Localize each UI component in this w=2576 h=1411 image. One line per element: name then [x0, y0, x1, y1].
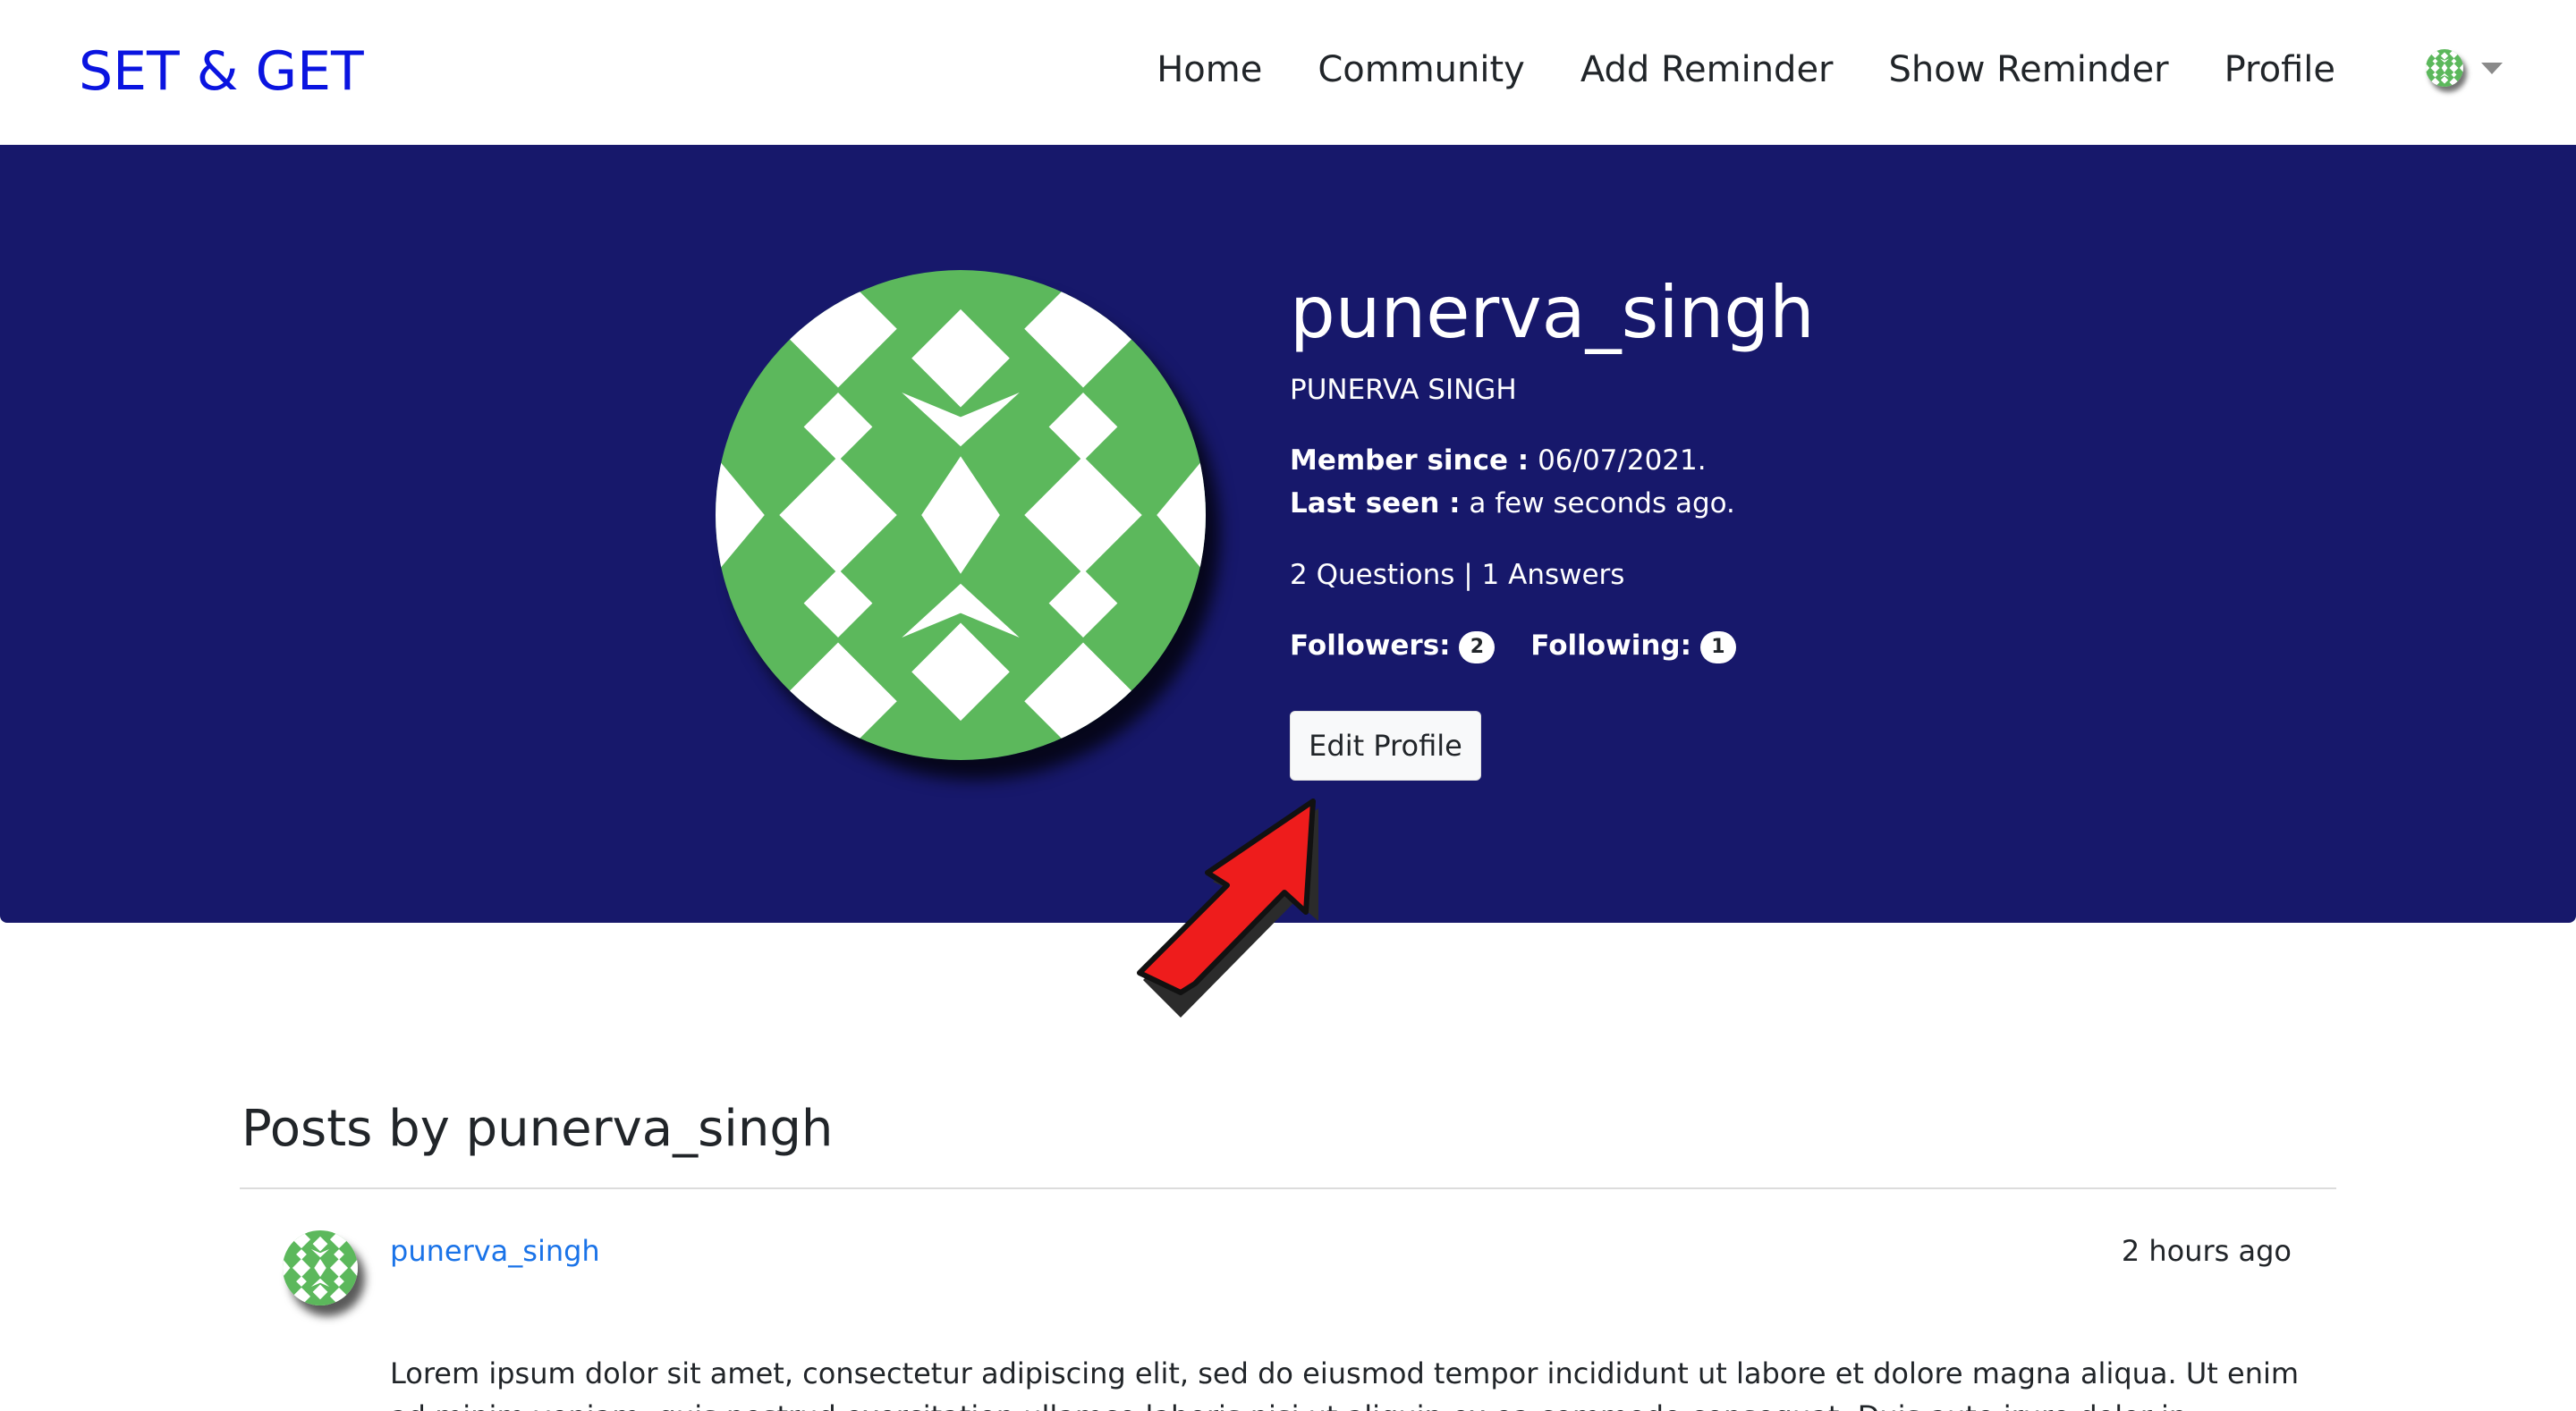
user-avatar-icon[interactable] [2426, 49, 2463, 87]
last-seen-label: Last seen : [1290, 487, 1461, 520]
posts-section-title: Posts by punerva_singh [242, 1100, 834, 1158]
post-author-avatar [283, 1230, 358, 1305]
member-since-value: 06/07/2021. [1529, 444, 1707, 477]
last-seen-value: a few seconds ago. [1460, 487, 1735, 520]
questions-answers-count: 2 Questions | 1 Answers [1290, 559, 1625, 591]
divider [240, 1187, 2336, 1189]
brand-logo-link[interactable]: SET & GET [79, 39, 364, 104]
follow-stats: Followers: 2 Following: 1 [1290, 629, 1736, 663]
user-menu-dropdown[interactable] [2426, 49, 2503, 87]
following-count-badge[interactable]: 1 [1699, 630, 1736, 663]
post-body-text: Lorem ipsum dolor sit amet, consectetur … [390, 1356, 2300, 1411]
profile-username: punerva_singh [1290, 271, 1815, 354]
nav-links: Home Community Add Reminder Show Reminde… [1129, 43, 2363, 97]
profile-avatar [716, 270, 1206, 760]
post-timestamp: 2 hours ago [2121, 1234, 2292, 1268]
nav-home-link[interactable]: Home [1129, 49, 1290, 90]
followers-count-badge[interactable]: 2 [1459, 630, 1496, 663]
member-since-label: Member since : [1290, 444, 1530, 477]
following-label[interactable]: Following: [1530, 629, 1691, 662]
nav-show-reminder-link[interactable]: Show Reminder [1861, 49, 2197, 90]
member-since: Member since : 06/07/2021. [1290, 444, 1707, 477]
nav-profile-link[interactable]: Profile [2197, 49, 2363, 90]
top-navbar: SET & GET Home Community Add Reminder Sh… [0, 0, 2576, 145]
followers-label[interactable]: Followers: [1290, 629, 1451, 662]
post-author-link[interactable]: punerva_singh [390, 1234, 600, 1268]
annotation-arrow-icon [1137, 798, 1318, 1018]
nav-add-reminder-link[interactable]: Add Reminder [1553, 49, 1861, 90]
profile-full-name: PUNERVA SINGH [1290, 374, 1517, 406]
nav-community-link[interactable]: Community [1290, 49, 1553, 90]
edit-profile-button[interactable]: Edit Profile [1290, 711, 1481, 781]
last-seen: Last seen : a few seconds ago. [1290, 487, 1735, 520]
chevron-down-icon[interactable] [2481, 62, 2503, 74]
